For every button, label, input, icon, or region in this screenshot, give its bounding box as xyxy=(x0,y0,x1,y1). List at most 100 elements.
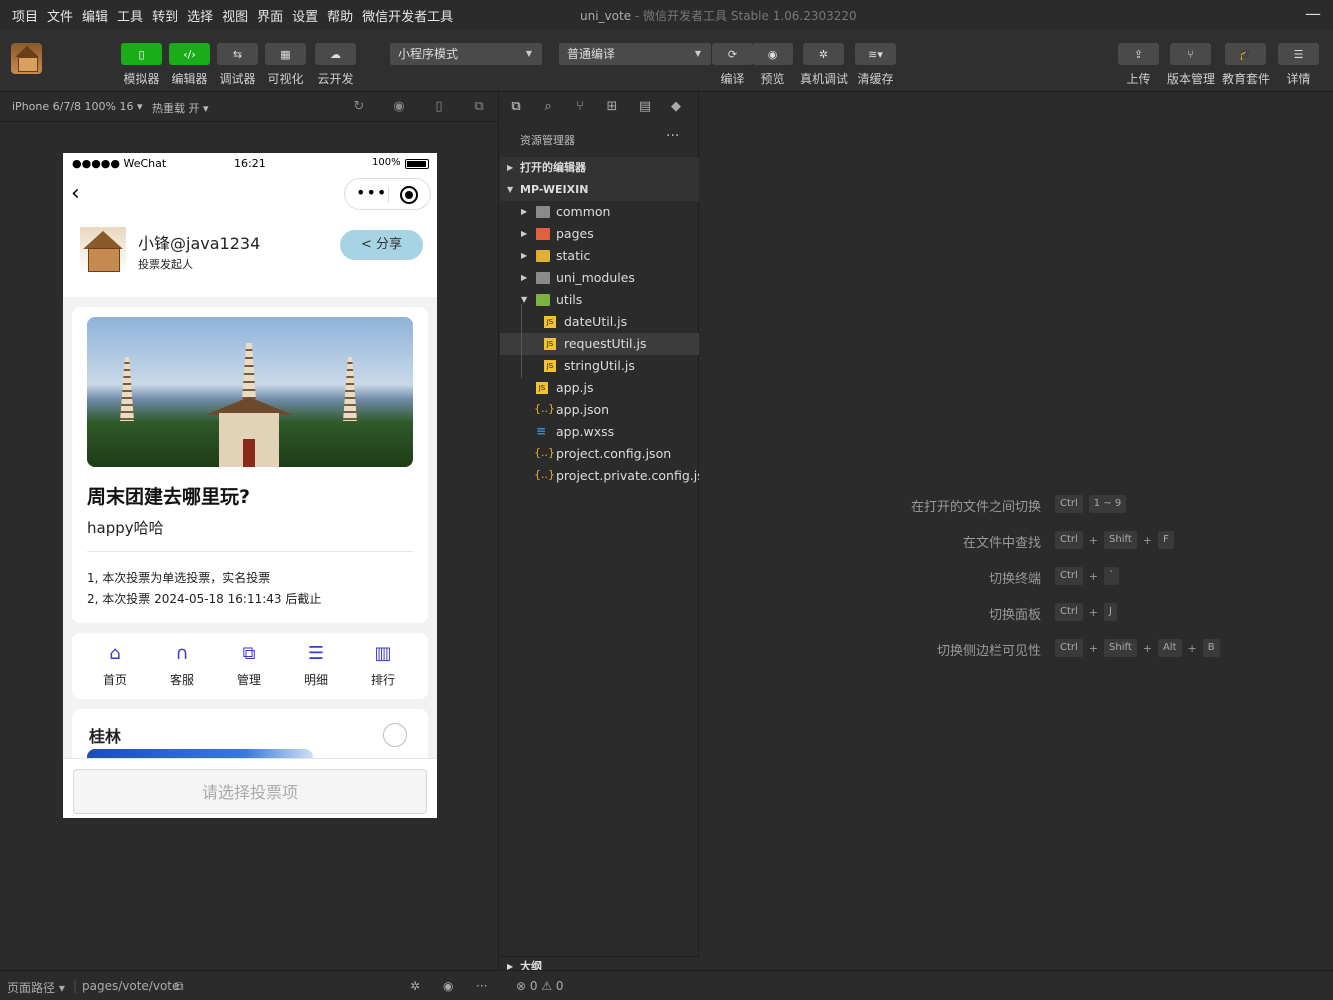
tree-item-project-config[interactable]: {..} project.config.json xyxy=(500,443,699,465)
vote-option-radio[interactable] xyxy=(383,723,407,747)
popout-icon[interactable]: ⧉ xyxy=(471,99,487,115)
preview-button[interactable]: ◉ xyxy=(752,43,793,65)
back-icon[interactable]: ‹ xyxy=(71,181,80,206)
compile-button[interactable]: ⟳ xyxy=(712,43,753,65)
hot-reload-select[interactable]: 热重载 开 ▾ xyxy=(152,100,209,116)
files-icon[interactable]: ⧉ xyxy=(507,98,525,116)
tree-item-stringutil[interactable]: JS stringUtil.js xyxy=(500,355,699,377)
project-label: MP-WEIXIN xyxy=(520,183,589,196)
tree-item-app-js[interactable]: JS app.js xyxy=(500,377,699,399)
tree-item-static[interactable]: ▶ static xyxy=(500,245,699,267)
key: Ctrl xyxy=(1055,603,1083,621)
key: Ctrl xyxy=(1055,531,1083,549)
tree-item-dateutil[interactable]: JS dateUtil.js xyxy=(500,311,699,333)
simulator-toggle-button[interactable]: ▯ xyxy=(121,43,162,65)
menu-goto[interactable]: 转到 xyxy=(152,6,178,25)
wxss-file-icon: ≡ xyxy=(536,424,547,438)
shortcut-label: 在文件中查找 xyxy=(962,536,1041,551)
nav-rank[interactable]: ▥ 排行 xyxy=(358,643,408,688)
capsule-menu[interactable]: ••• xyxy=(344,178,431,210)
tree-item-project-private-config[interactable]: {..}project.private.config.js... xyxy=(500,465,699,487)
nav-detail[interactable]: ☰ 明细 xyxy=(291,643,341,688)
upload-button[interactable]: ⇪ xyxy=(1118,43,1159,65)
status-carrier: ●●●●● WeChat xyxy=(72,157,167,170)
submit-vote-button[interactable]: 请选择投票项 xyxy=(73,769,427,814)
user-name: 小锋@java1234 xyxy=(138,234,261,253)
record-icon[interactable]: ◉ xyxy=(391,99,407,115)
shortcut-label: 切换面板 xyxy=(988,608,1041,623)
extensions-icon[interactable]: ⊞ xyxy=(603,98,621,116)
source-control-icon[interactable]: ⑂ xyxy=(571,98,589,116)
json-file-icon: {..} xyxy=(534,446,555,459)
tree-item-requestutil[interactable]: JS requestUtil.js xyxy=(500,333,699,355)
menu-select[interactable]: 选择 xyxy=(187,6,213,25)
nav-home[interactable]: ⌂ 首页 xyxy=(90,643,140,688)
more-icon[interactable]: ••• xyxy=(356,183,387,202)
cloud-dev-button[interactable]: ☁ xyxy=(315,43,356,65)
page-path: pages/vote/vote xyxy=(82,979,180,993)
list-icon: ☰ xyxy=(307,643,325,664)
storage-icon[interactable]: ▤ xyxy=(636,98,654,116)
tree-item-label: project.config.json xyxy=(556,446,672,461)
more-icon[interactable]: ··· xyxy=(666,128,679,144)
share-button[interactable]: < 分享 xyxy=(340,230,423,260)
mode-select[interactable]: 小程序模式 ▼ xyxy=(390,43,542,65)
menu-tools[interactable]: 工具 xyxy=(117,6,143,25)
explorer-title: 资源管理器 xyxy=(520,134,575,147)
window-title-project: uni_vote xyxy=(580,9,632,23)
json-file-icon: {..} xyxy=(534,468,555,481)
menu-view[interactable]: 视图 xyxy=(222,6,248,25)
tree-item-pages[interactable]: ▶ pages xyxy=(500,223,699,245)
nav-service[interactable]: ∩ 客服 xyxy=(157,643,207,688)
debugger-toggle-button[interactable]: ⇆ xyxy=(217,43,258,65)
more-icon[interactable]: ··· xyxy=(476,979,487,993)
vote-header: 小锋@java1234 投票发起人 < 分享 xyxy=(63,213,437,297)
avatar xyxy=(80,227,126,273)
shortcut-label: 切换侧边栏可见性 xyxy=(936,644,1041,659)
remote-debug-button[interactable]: ✲ xyxy=(803,43,844,65)
page-path-select[interactable]: 页面路径 ▾ xyxy=(7,979,65,996)
project-avatar-icon[interactable] xyxy=(11,43,42,74)
eye-icon[interactable]: ◉ xyxy=(443,979,453,993)
minimize-icon[interactable]: — xyxy=(1305,4,1321,23)
nav-home-label: 首页 xyxy=(102,673,127,687)
menu-project[interactable]: 项目 xyxy=(12,6,38,25)
clear-cache-button[interactable]: ≋▾ xyxy=(855,43,896,65)
nav-manage[interactable]: ⧉ 管理 xyxy=(224,643,274,688)
menu-edit[interactable]: 编辑 xyxy=(82,6,108,25)
menu-wechat-devtools[interactable]: 微信开发者工具 xyxy=(362,6,453,25)
docker-icon[interactable]: ◆ xyxy=(667,98,685,116)
vote-cover-image xyxy=(87,317,413,467)
tree-item-uni-modules[interactable]: ▶ uni_modules xyxy=(500,267,699,289)
open-editors-section[interactable]: ▶ 打开的编辑器 xyxy=(500,157,699,179)
rotate-icon[interactable]: ↻ xyxy=(351,99,367,115)
menu-settings[interactable]: 设置 xyxy=(292,6,318,25)
status-battery-text: 100% xyxy=(372,157,401,168)
visual-toggle-button[interactable]: ▦ xyxy=(265,43,306,65)
shortcut-row: 切换面板 Ctrl + J xyxy=(700,602,1333,623)
phone-icon[interactable]: ▯ xyxy=(431,99,447,115)
search-icon[interactable]: ⌕ xyxy=(539,98,557,116)
device-select[interactable]: iPhone 6/7/8 100% 16 ▾ xyxy=(12,100,143,113)
education-button[interactable]: 🎓 xyxy=(1225,43,1266,65)
tree-item-app-json[interactable]: {..} app.json xyxy=(500,399,699,421)
tree-item-app-wxss[interactable]: ≡ app.wxss xyxy=(500,421,699,443)
project-section[interactable]: ▼ MP-WEIXIN xyxy=(500,179,699,201)
tree-item-common[interactable]: ▶ common xyxy=(500,201,699,223)
close-mini-program-icon[interactable] xyxy=(400,186,418,204)
chevron-right-icon: ▶ xyxy=(507,163,514,172)
compile-select[interactable]: 普通编译 ▼ xyxy=(559,43,711,65)
key: Ctrl xyxy=(1055,495,1083,513)
tree-item-utils[interactable]: ▼ utils xyxy=(500,289,699,311)
bug-icon[interactable]: ✲ xyxy=(410,979,420,993)
copy-icon[interactable]: ⧉ xyxy=(175,979,184,994)
menu-interface[interactable]: 界面 xyxy=(257,6,283,25)
branch-icon: ⑂ xyxy=(1187,47,1194,61)
problems-indicator[interactable]: ⊗ 0 ⚠ 0 xyxy=(516,979,564,993)
version-button[interactable]: ⑂ xyxy=(1170,43,1211,65)
details-button[interactable]: ☰ xyxy=(1278,43,1319,65)
menu-file[interactable]: 文件 xyxy=(47,6,73,25)
editor-toggle-button[interactable]: ‹/› xyxy=(169,43,210,65)
nav-manage-label: 管理 xyxy=(236,673,261,687)
menu-help[interactable]: 帮助 xyxy=(327,6,353,25)
